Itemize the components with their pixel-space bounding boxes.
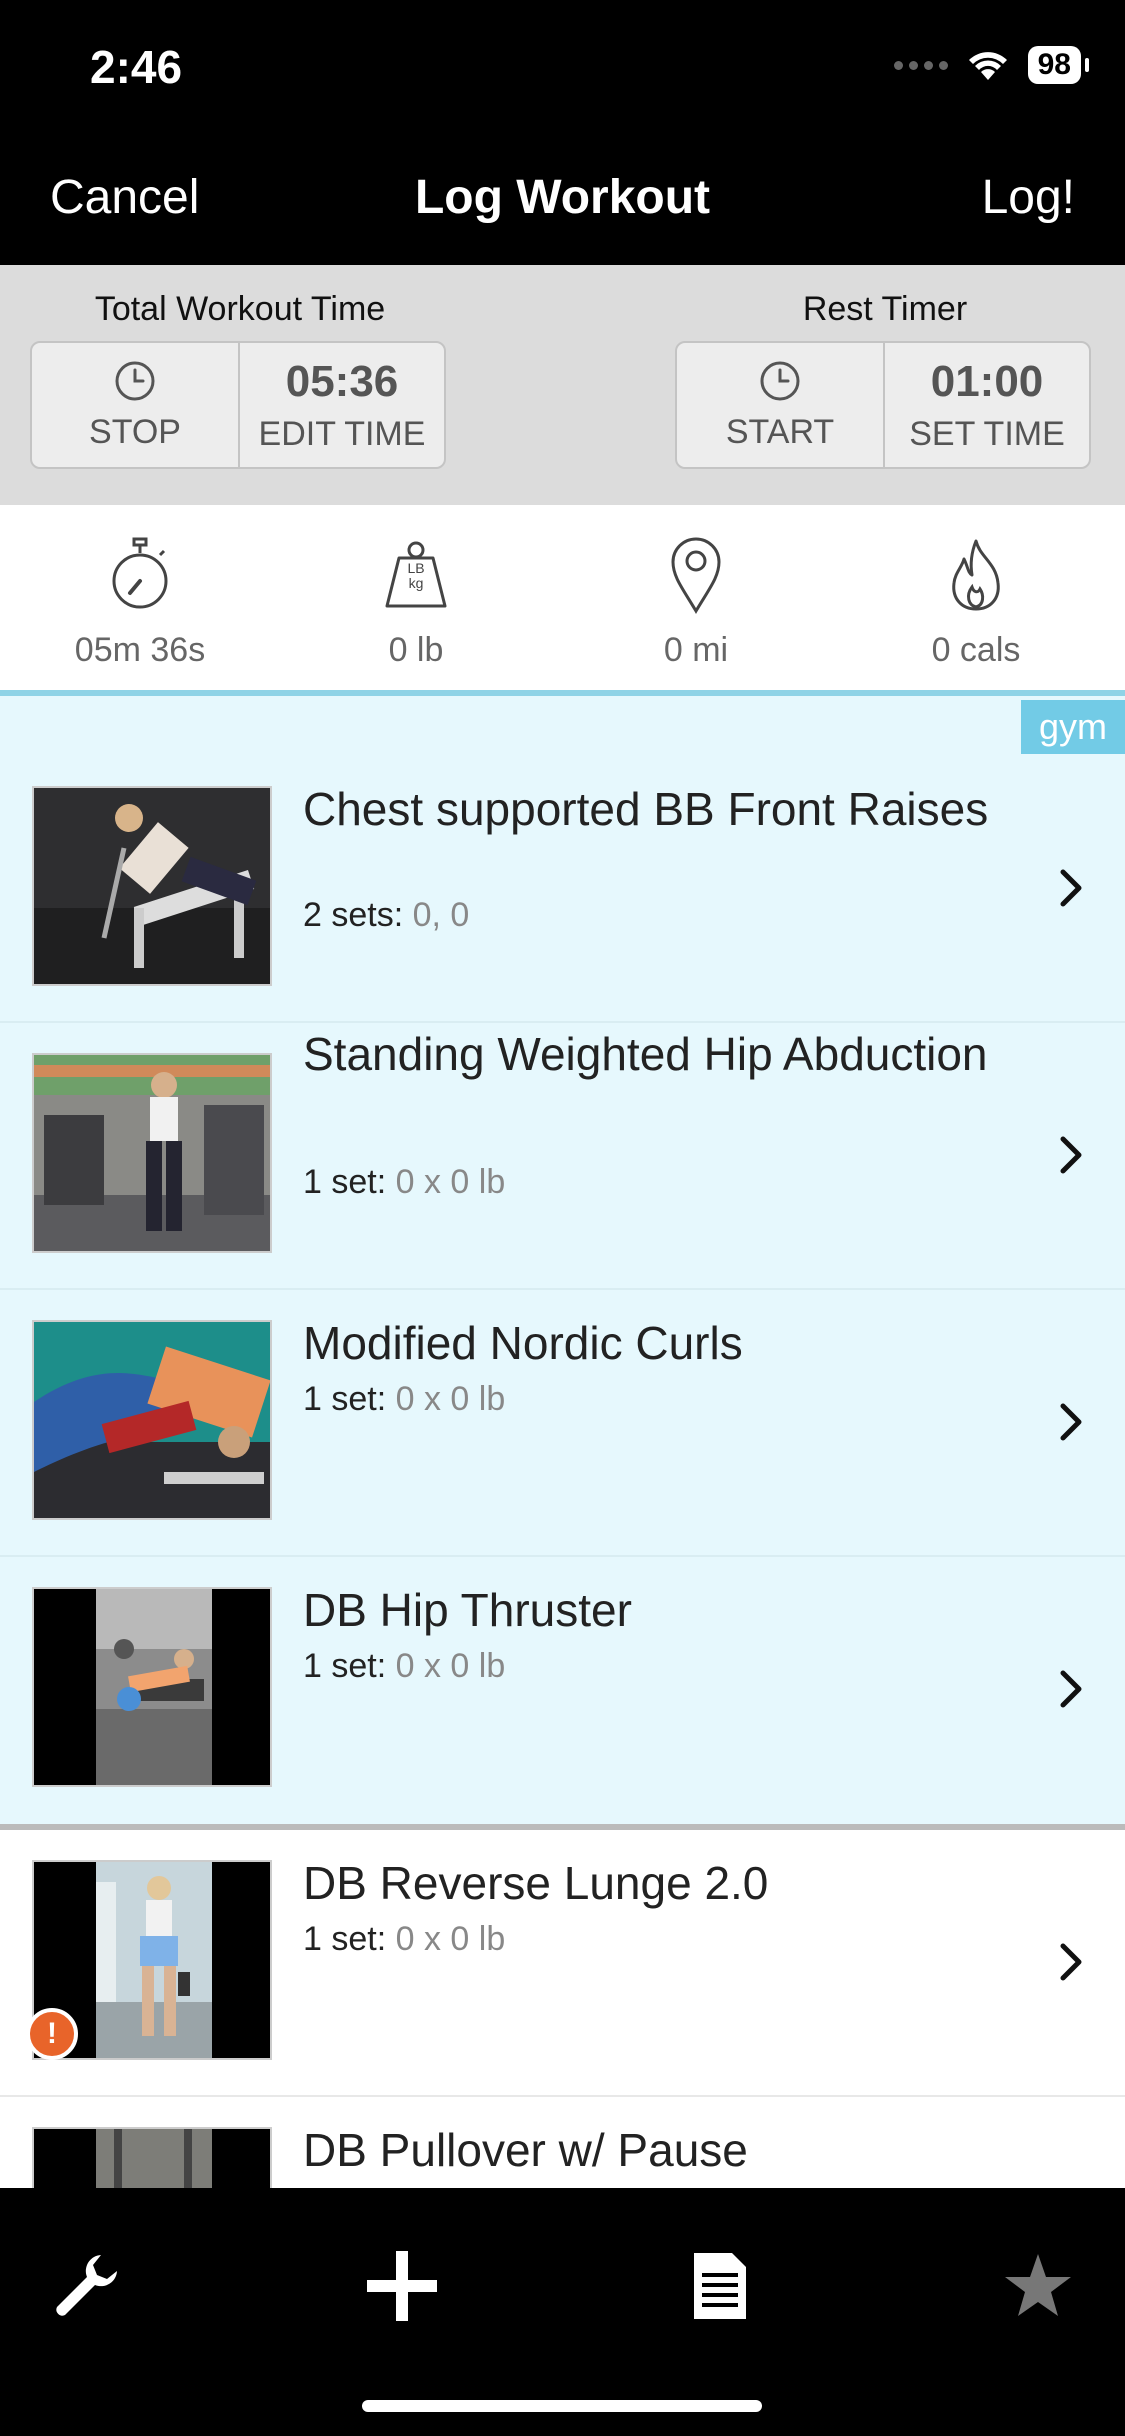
exercise-name: Modified Nordic Curls bbox=[303, 1317, 743, 1369]
chevron-right-icon bbox=[1060, 1943, 1082, 1981]
exercise-name: Standing Weighted Hip Abduction bbox=[303, 1028, 988, 1080]
exercise-thumbnail bbox=[32, 1053, 272, 1253]
set-time-label: SET TIME bbox=[909, 414, 1065, 453]
stop-label: STOP bbox=[89, 412, 181, 451]
sets-value: 0 x 0 lb bbox=[395, 1647, 506, 1685]
exercise-group-gym: gym Chest supported BB Front Raises 2 se… bbox=[0, 696, 1125, 1824]
total-workout-time-label: Total Workout Time bbox=[94, 290, 386, 328]
workout-stats: 05m 36s LB kg 0 lb 0 mi 0 cals bbox=[0, 505, 1125, 693]
exercise-row[interactable]: DB Pullover w/ Pause bbox=[0, 2097, 1125, 2188]
exercise-sets: 1 set: 0 x 0 lb bbox=[303, 1163, 505, 1202]
clock-icon bbox=[760, 361, 800, 400]
sets-value: 0 x 0 lb bbox=[395, 1380, 506, 1418]
exercise-thumbnail bbox=[32, 2127, 272, 2188]
stat-distance: 0 mi bbox=[556, 535, 836, 670]
exercise-name: DB Reverse Lunge 2.0 bbox=[303, 1857, 769, 1909]
exercise-row[interactable]: Chest supported BB Front Raises 2 sets: … bbox=[0, 756, 1125, 1023]
exercise-thumbnail bbox=[32, 786, 272, 986]
status-bar: 2:46 98 bbox=[0, 0, 1125, 130]
navigation-bar: Cancel Log Workout Log! bbox=[0, 130, 1125, 265]
stopwatch-icon bbox=[112, 537, 168, 609]
chevron-right-icon bbox=[1060, 869, 1082, 907]
document-icon bbox=[694, 2253, 746, 2319]
star-icon bbox=[1005, 2254, 1071, 2316]
exercise-row[interactable]: Modified Nordic Curls 1 set: 0 x 0 lb bbox=[0, 1290, 1125, 1557]
stat-duration-value: 05m 36s bbox=[74, 631, 206, 669]
exercise-name: Chest supported BB Front Raises bbox=[303, 783, 989, 835]
exercise-thumbnail bbox=[32, 1320, 272, 1520]
home-indicator[interactable] bbox=[362, 2400, 762, 2412]
cancel-button[interactable]: Cancel bbox=[50, 170, 199, 225]
sets-label: 1 set: bbox=[303, 1920, 387, 1958]
exercise-thumbnail bbox=[32, 1587, 272, 1787]
sets-label: 1 set: bbox=[303, 1380, 387, 1418]
exercise-group-other: ! DB Reverse Lunge 2.0 1 set: 0 x 0 lb D… bbox=[0, 1830, 1125, 2188]
weight-icon-unit-lb: LB bbox=[407, 560, 425, 576]
chevron-right-icon bbox=[1060, 1403, 1082, 1441]
sets-value: 0, 0 bbox=[412, 896, 470, 934]
status-icons: 98 bbox=[893, 46, 1090, 84]
location-pin-icon bbox=[671, 537, 721, 614]
alert-badge: ! bbox=[26, 2008, 78, 2060]
sets-value: 0 x 0 lb bbox=[395, 1920, 506, 1958]
exercise-sets: 1 set: 0 x 0 lb bbox=[303, 1647, 505, 1686]
sets-label: 1 set: bbox=[303, 1647, 387, 1685]
edit-time-button[interactable]: 05:36 EDIT TIME bbox=[238, 343, 444, 467]
group-tag: gym bbox=[1020, 700, 1125, 754]
total-workout-timer: STOP 05:36 EDIT TIME bbox=[30, 341, 446, 469]
stop-timer-button[interactable]: STOP bbox=[32, 343, 238, 467]
exercise-row[interactable]: Standing Weighted Hip Abduction 1 set: 0… bbox=[0, 1023, 1125, 1290]
chevron-right-icon bbox=[1060, 1670, 1082, 1708]
exercise-list[interactable]: gym Chest supported BB Front Raises 2 se… bbox=[0, 696, 1125, 2188]
rest-time-value: 01:00 bbox=[930, 356, 1044, 406]
sets-value: 0 x 0 lb bbox=[395, 1163, 506, 1201]
start-label: START bbox=[725, 412, 835, 451]
stat-weight: LB kg 0 lb bbox=[276, 535, 556, 670]
tab-notes[interactable] bbox=[670, 2236, 770, 2336]
rest-timer: START 01:00 SET TIME bbox=[675, 341, 1091, 469]
total-time-value: 05:36 bbox=[285, 356, 399, 406]
chevron-right-icon bbox=[1060, 1136, 1082, 1174]
battery-indicator: 98 bbox=[1027, 46, 1090, 84]
flame-icon bbox=[952, 539, 1000, 611]
tab-add-exercise[interactable] bbox=[352, 2236, 452, 2336]
wifi-icon bbox=[968, 52, 1007, 80]
stat-distance-value: 0 mi bbox=[663, 631, 729, 669]
exercise-sets: 1 set: 0 x 0 lb bbox=[303, 1380, 505, 1419]
status-time: 2:46 bbox=[90, 41, 183, 93]
exercise-name: DB Hip Thruster bbox=[303, 1584, 632, 1636]
sets-label: 1 set: bbox=[303, 1163, 387, 1201]
sets-label: 2 sets: bbox=[303, 896, 404, 934]
log-button[interactable]: Log! bbox=[982, 170, 1075, 225]
exercise-row[interactable]: DB Hip Thruster 1 set: 0 x 0 lb bbox=[0, 1557, 1125, 1824]
exercise-row[interactable]: ! DB Reverse Lunge 2.0 1 set: 0 x 0 lb bbox=[0, 1830, 1125, 2097]
stat-weight-value: 0 lb bbox=[388, 631, 444, 669]
stat-duration: 05m 36s bbox=[0, 535, 280, 670]
cellular-signal-icon bbox=[893, 60, 948, 70]
timer-panel: Total Workout Time STOP 05:36 EDIT TIME … bbox=[0, 265, 1125, 505]
exercise-sets: 2 sets: 0, 0 bbox=[303, 896, 469, 935]
exercise-sets: 1 set: 0 x 0 lb bbox=[303, 1920, 505, 1959]
rest-timer-label: Rest Timer bbox=[802, 290, 968, 328]
wrench-icon bbox=[56, 2255, 117, 2316]
edit-time-label: EDIT TIME bbox=[258, 414, 426, 453]
stat-calories-value: 0 cals bbox=[931, 631, 1021, 669]
weight-icon-unit-kg: kg bbox=[408, 575, 424, 591]
tab-favorites[interactable] bbox=[988, 2236, 1088, 2336]
set-time-button[interactable]: 01:00 SET TIME bbox=[883, 343, 1089, 467]
tab-settings[interactable] bbox=[36, 2236, 136, 2336]
stat-calories: 0 cals bbox=[836, 535, 1116, 670]
start-rest-timer-button[interactable]: START bbox=[677, 343, 883, 467]
plus-icon bbox=[367, 2251, 437, 2321]
tab-bar bbox=[0, 2188, 1125, 2436]
clock-icon bbox=[115, 361, 155, 400]
exercise-name: DB Pullover w/ Pause bbox=[303, 2124, 748, 2176]
